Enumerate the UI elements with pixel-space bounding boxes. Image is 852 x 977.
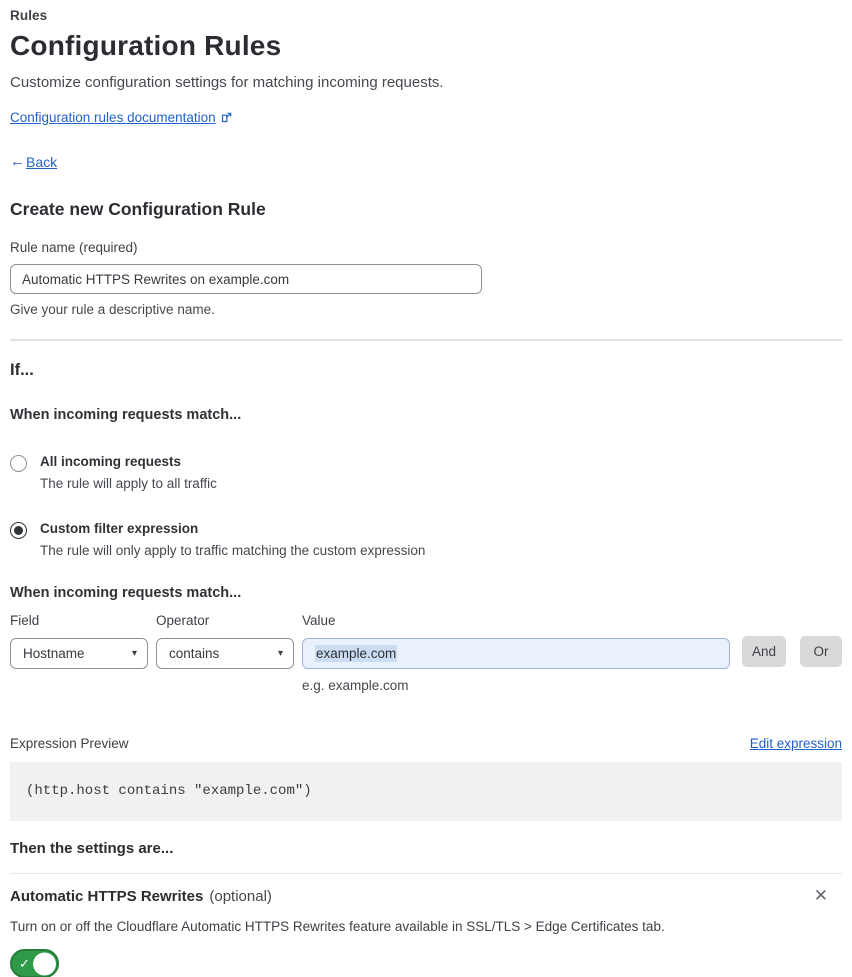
rule-name-label: Rule name (required) [10, 240, 138, 255]
configuration-rules-page: Rules Configuration Rules Customize conf… [0, 0, 852, 977]
setting-description: Turn on or off the Cloudflare Automatic … [10, 919, 665, 934]
field-select-value: Hostname [23, 646, 85, 661]
value-input[interactable]: example.com [302, 638, 730, 669]
value-input-text: example.com [315, 645, 398, 662]
expression-preview-label: Expression Preview [10, 736, 129, 751]
value-label: Value [302, 613, 336, 628]
toggle-knob [33, 952, 56, 975]
edit-expression-link[interactable]: Edit expression [750, 736, 842, 751]
setting-optional-label: (optional) [209, 888, 272, 905]
page-title: Configuration Rules [10, 30, 282, 61]
field-select[interactable]: Hostname ▾ [10, 638, 148, 669]
radio-unselected-icon[interactable] [10, 455, 27, 472]
radio-selected-icon[interactable] [10, 522, 27, 539]
field-label: Field [10, 613, 40, 628]
breadcrumb: Rules [10, 8, 48, 23]
radio-option-custom-filter[interactable]: Custom filter expression The rule will o… [10, 521, 842, 558]
setting-title: Automatic HTTPS Rewrites [10, 888, 204, 905]
checkmark-icon: ✓ [19, 955, 30, 971]
page-subtitle: Customize configuration settings for mat… [10, 74, 444, 91]
close-icon[interactable]: ✕ [814, 887, 828, 904]
then-settings-heading: Then the settings are... [10, 840, 174, 857]
external-link-icon [221, 112, 232, 123]
or-button[interactable]: Or [800, 636, 842, 667]
radio-label-custom-filter: Custom filter expression [40, 521, 199, 536]
documentation-link-row: Configuration rules documentation [10, 110, 842, 125]
builder-heading: When incoming requests match... [10, 585, 242, 601]
back-link-label[interactable]: Back [26, 154, 57, 170]
back-arrow-icon: ← [10, 153, 25, 170]
operator-label: Operator [156, 613, 210, 628]
radio-desc-custom-filter: The rule will only apply to traffic matc… [40, 543, 426, 558]
expression-code-text: (http.host contains "example.com") [26, 783, 312, 799]
https-rewrites-toggle[interactable]: ✓ [10, 949, 59, 977]
expression-builder-row: Field Hostname ▾ Operator contains ▾ Val… [10, 613, 842, 693]
chevron-down-icon: ▾ [277, 648, 283, 659]
and-button[interactable]: And [742, 636, 786, 667]
section-divider [10, 339, 842, 341]
back-link[interactable]: ← Back [10, 153, 842, 170]
radio-option-all-requests[interactable]: All incoming requests The rule will appl… [10, 454, 842, 491]
if-heading: If... [10, 361, 34, 379]
value-hint: e.g. example.com [302, 678, 409, 693]
create-rule-heading: Create new Configuration Rule [10, 199, 266, 219]
expression-preview-header: Expression Preview Edit expression [10, 736, 842, 751]
rule-name-input[interactable] [10, 264, 482, 294]
operator-select[interactable]: contains ▾ [156, 638, 294, 669]
rule-name-help: Give your rule a descriptive name. [10, 302, 215, 317]
match-heading: When incoming requests match... [10, 407, 242, 423]
radio-label-all-requests: All incoming requests [40, 454, 182, 469]
expression-preview-code: (http.host contains "example.com") [10, 762, 842, 821]
radio-desc-all-requests: The rule will apply to all traffic [40, 476, 217, 491]
operator-select-value: contains [169, 646, 220, 661]
documentation-link[interactable]: Configuration rules documentation [10, 110, 216, 125]
setting-card-https-rewrites: Automatic HTTPS Rewrites (optional) ✕ Tu… [10, 873, 842, 977]
chevron-down-icon: ▾ [131, 648, 137, 659]
